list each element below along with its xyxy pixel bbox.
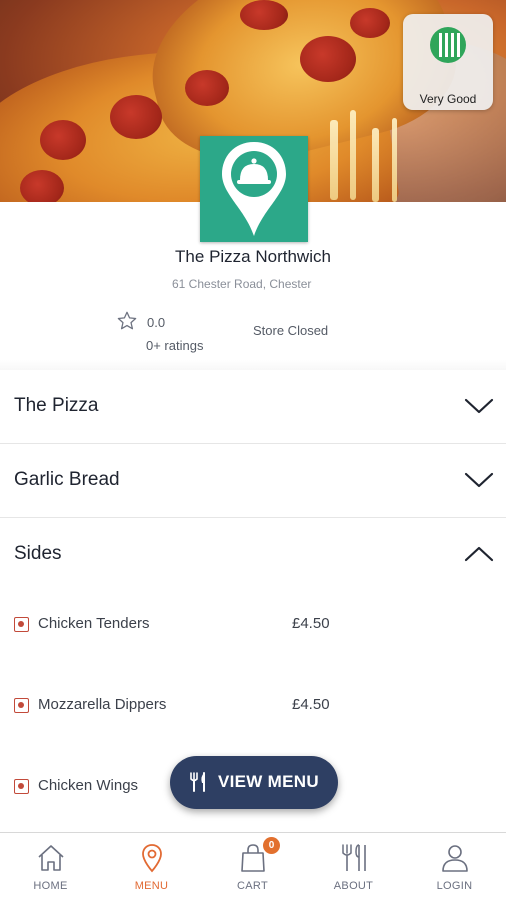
non-veg-indicator-icon <box>14 779 29 794</box>
store-logo <box>200 136 308 242</box>
user-icon <box>442 845 468 872</box>
non-veg-indicator-icon <box>14 698 29 713</box>
non-veg-indicator-icon <box>14 617 29 632</box>
rating-count: 0+ ratings <box>146 338 204 353</box>
nav-login-label: LOGIN <box>436 880 473 892</box>
hygiene-rating-badge[interactable]: Very Good <box>403 14 493 110</box>
chevron-down-icon <box>464 472 494 488</box>
nav-home-label: HOME <box>33 880 68 892</box>
cutlery-icon <box>190 772 205 792</box>
menu-item-price: £4.50 <box>292 615 330 632</box>
hygiene-rating-icon <box>430 27 466 63</box>
menu-item-name: Mozzarella Dippers <box>38 696 167 713</box>
view-menu-label: VIEW MENU <box>218 772 319 791</box>
menu-item[interactable]: Chicken Tenders £4.50 <box>0 605 506 645</box>
category-sides[interactable]: Sides <box>0 518 506 592</box>
nav-menu-label: MENU <box>134 880 169 892</box>
nav-about[interactable]: ABOUT <box>303 833 404 900</box>
category-label: Garlic Bread <box>14 469 120 490</box>
menu-item-price: £4.50 <box>292 696 330 713</box>
nav-login[interactable]: LOGIN <box>404 833 505 900</box>
cart-count-badge: 0 <box>263 837 280 854</box>
rating-value: 0.0 <box>147 315 166 330</box>
nav-home[interactable]: HOME <box>0 833 101 900</box>
location-pin-icon <box>142 844 162 873</box>
menu-item-name: Chicken Wings <box>38 777 139 794</box>
view-menu-button[interactable]: VIEW MENU <box>170 756 338 809</box>
star-icon <box>117 311 137 330</box>
chevron-down-icon <box>464 398 494 414</box>
category-the-pizza[interactable]: The Pizza <box>0 370 506 444</box>
restaurant-icon <box>342 844 366 871</box>
category-label: Sides <box>14 543 62 564</box>
chevron-up-icon <box>464 546 494 562</box>
menu-item[interactable]: Mozzarella Dippers £4.50 <box>0 686 506 726</box>
category-garlic-bread[interactable]: Garlic Bread <box>0 444 506 518</box>
category-label: The Pizza <box>14 395 99 416</box>
nav-about-label: ABOUT <box>333 880 374 892</box>
store-name: The Pizza Northwich <box>175 247 331 266</box>
location-pin-cloche-icon <box>222 142 286 236</box>
bottom-navigation: HOME MENU 0 CART ABOUT LOGIN <box>0 832 506 900</box>
hygiene-rating-label: Very Good <box>419 92 477 106</box>
home-icon <box>38 845 64 871</box>
store-status: Store Closed <box>253 323 329 338</box>
store-address: 61 Chester Road, Chester <box>172 277 312 291</box>
nav-cart-label: CART <box>237 880 268 892</box>
nav-menu[interactable]: MENU <box>101 833 202 900</box>
nav-cart[interactable]: 0 CART <box>202 833 303 900</box>
menu-item-name: Chicken Tenders <box>38 615 150 632</box>
